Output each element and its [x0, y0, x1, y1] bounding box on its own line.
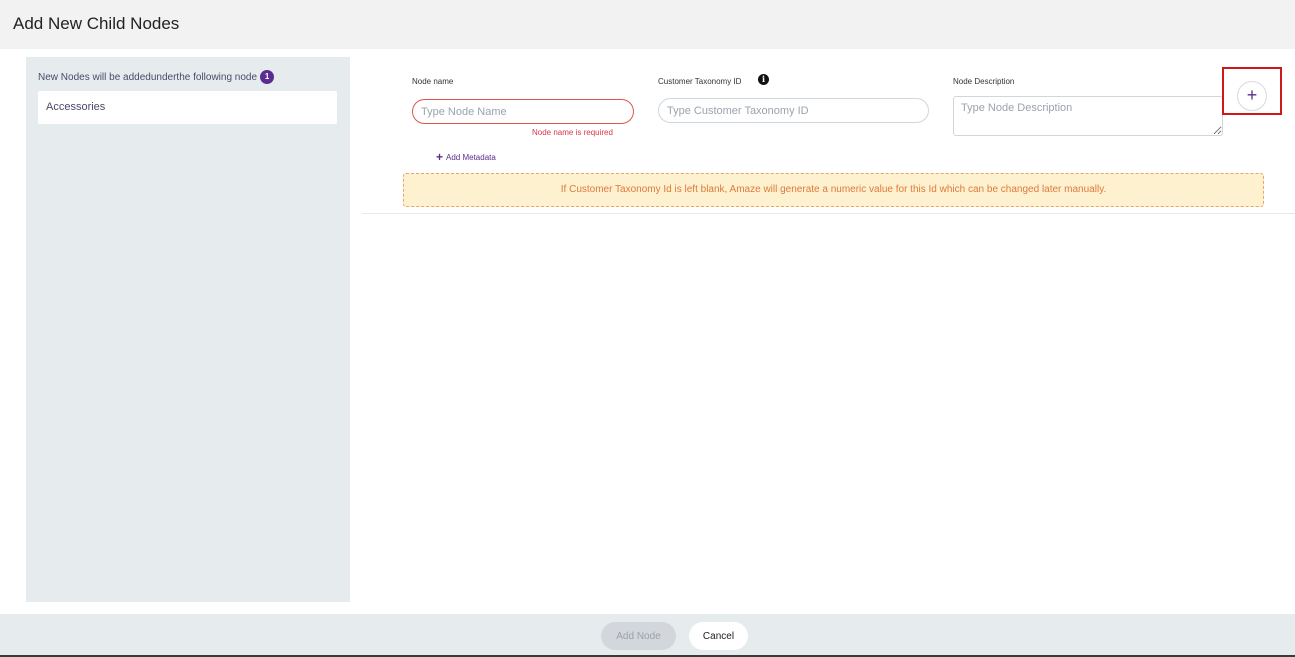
parent-node-panel: New Nodes will be addedunderthe followin… [26, 57, 350, 602]
divider [362, 213, 1295, 214]
node-name-error: Node name is required [532, 128, 613, 137]
cancel-button[interactable]: Cancel [689, 622, 748, 650]
add-metadata-label: Add Metadata [446, 152, 496, 162]
node-name-input[interactable] [412, 99, 634, 124]
taxonomy-id-input[interactable] [658, 98, 929, 123]
add-row-button[interactable]: + [1237, 81, 1267, 111]
node-count-badge: 1 [260, 70, 275, 84]
parent-node-caption-text: New Nodes will be addedunderthe followin… [38, 71, 258, 83]
parent-node-caption: New Nodes will be addedunderthe followin… [38, 70, 275, 84]
node-name-label: Node name [412, 77, 454, 86]
dialog-header: Add New Child Nodes [0, 0, 1295, 49]
taxonomy-id-label: Customer Taxonomy ID [658, 77, 742, 86]
plus-icon: + [436, 150, 444, 164]
page-title: Add New Child Nodes [13, 14, 180, 33]
node-description-label: Node Description [953, 77, 1015, 86]
add-node-button[interactable]: Add Node [601, 622, 676, 650]
taxonomy-notice: If Customer Taxonomy Id is left blank, A… [403, 173, 1264, 207]
add-metadata-link[interactable]: + Add Metadata [436, 150, 496, 164]
node-description-textarea[interactable] [953, 96, 1223, 136]
parent-node-item: Accessories [38, 91, 337, 124]
info-icon[interactable]: i [758, 74, 769, 85]
